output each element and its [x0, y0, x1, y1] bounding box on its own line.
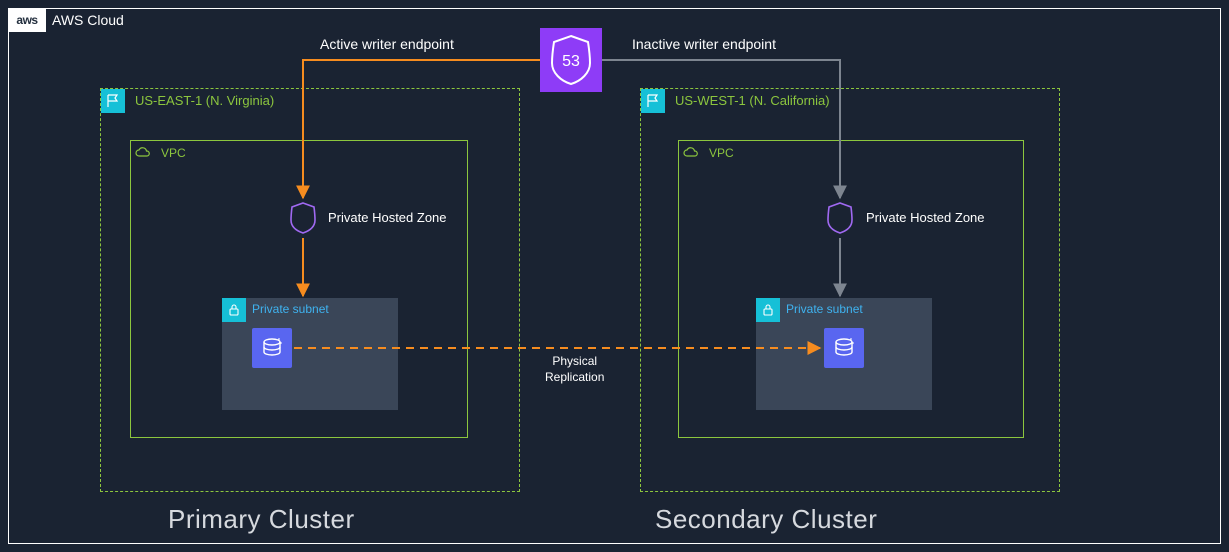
private-hosted-zone-icon-primary — [287, 200, 319, 236]
region-flag-icon — [641, 89, 665, 113]
route53-icon: 53 — [540, 28, 602, 92]
lock-icon — [222, 298, 246, 322]
architecture-diagram: aws AWS Cloud 53 Active writer endpoint … — [0, 0, 1229, 552]
lock-icon — [756, 298, 780, 322]
region-flag-icon — [101, 89, 125, 113]
private-hosted-zone-icon-secondary — [824, 200, 856, 236]
aws-logo: aws — [8, 8, 46, 32]
aurora-db-icon-primary — [252, 328, 292, 368]
aurora-db-icon-secondary — [824, 328, 864, 368]
aws-logo-text: aws — [16, 13, 37, 27]
svg-text:53: 53 — [562, 53, 580, 70]
region-primary-label: US-EAST-1 (N. Virginia) — [135, 93, 274, 108]
vpc-cloud-icon — [679, 141, 703, 165]
inactive-endpoint-label: Inactive writer endpoint — [632, 36, 776, 52]
private-subnet-primary-label: Private subnet — [252, 302, 329, 316]
private-hosted-zone-label-secondary: Private Hosted Zone — [866, 210, 985, 225]
primary-cluster-label: Primary Cluster — [168, 504, 355, 535]
route53-shield-icon: 53 — [546, 33, 596, 87]
region-secondary-label: US-WEST-1 (N. California) — [675, 93, 830, 108]
replication-label: PhysicalReplication — [545, 354, 604, 385]
private-subnet-secondary-label: Private subnet — [786, 302, 863, 316]
vpc-cloud-icon — [131, 141, 155, 165]
private-hosted-zone-label-primary: Private Hosted Zone — [328, 210, 447, 225]
vpc-primary-label: VPC — [161, 146, 186, 160]
secondary-cluster-label: Secondary Cluster — [655, 504, 877, 535]
vpc-secondary-label: VPC — [709, 146, 734, 160]
aws-cloud-label: AWS Cloud — [52, 12, 124, 28]
active-endpoint-label: Active writer endpoint — [320, 36, 454, 52]
private-subnet-primary: Private subnet — [222, 298, 398, 410]
